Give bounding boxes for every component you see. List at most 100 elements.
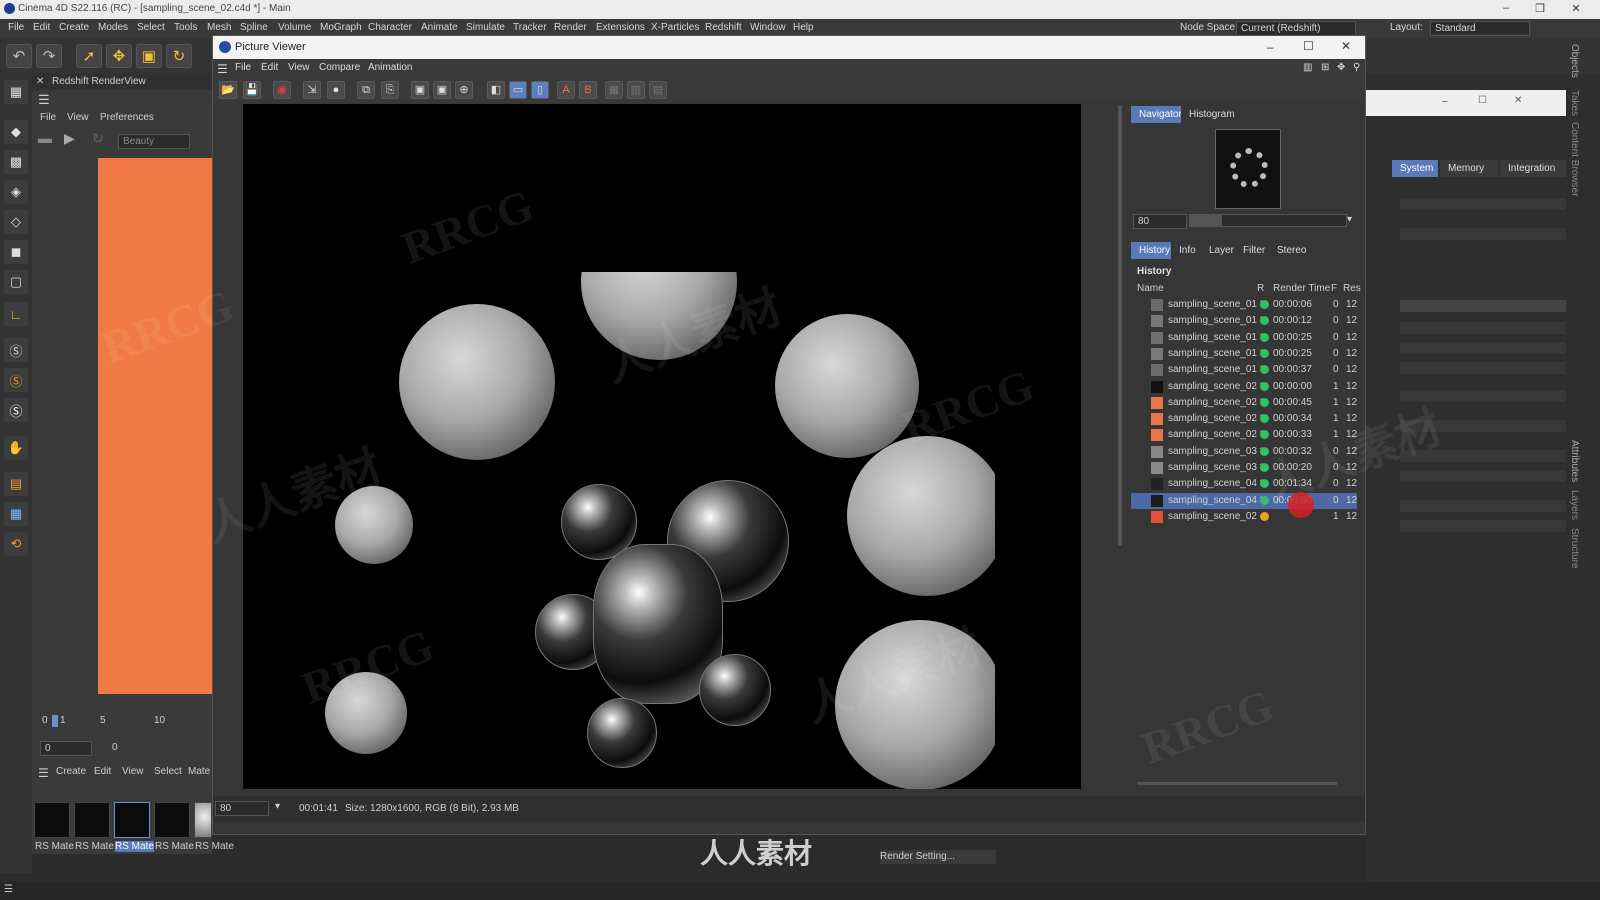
mat-menu-edit[interactable]: Edit — [94, 766, 111, 777]
history-scrollbar[interactable] — [1137, 782, 1337, 785]
property-dropdown[interactable] — [1400, 300, 1566, 312]
stop-render-icon[interactable]: ◉ — [273, 81, 291, 99]
menu-character[interactable]: Character — [368, 22, 412, 33]
history-row[interactable]: sampling_scene_04 *00:00:00012 — [1131, 492, 1357, 509]
column-render-time[interactable]: Render Time — [1273, 283, 1330, 294]
menu-x-particles[interactable]: X-Particles — [651, 22, 699, 33]
ab-icon[interactable]: ◧ — [487, 81, 505, 99]
compare-icon[interactable]: ⊕ — [455, 81, 473, 99]
redo-icon[interactable]: ↷ — [36, 44, 62, 68]
pv-menu-icon[interactable]: ☰ — [217, 62, 228, 76]
set-a-icon[interactable]: A — [557, 81, 575, 99]
history-row[interactable]: sampling_scene_03 * 00:00:32 0 12 — [1131, 444, 1357, 460]
paste-icon[interactable]: ⎘ — [381, 81, 399, 99]
menu-window[interactable]: Window — [750, 22, 786, 33]
rv-menu-view[interactable]: View — [67, 112, 89, 123]
rv-menu-preferences[interactable]: Preferences — [100, 112, 154, 123]
navigator-zoom-field[interactable]: 80 — [1133, 214, 1187, 229]
menu-tools[interactable]: Tools — [174, 22, 197, 33]
points-mode-icon[interactable]: ◈ — [4, 180, 28, 204]
history-row[interactable]: sampling_scene_01 * 00:00:12 0 12 — [1131, 313, 1357, 329]
menu-extensions[interactable]: Extensions — [596, 22, 645, 33]
history-row[interactable]: sampling_scene_01 * 00:00:25 0 12 — [1131, 330, 1357, 346]
pv-menu-edit[interactable]: Edit — [261, 62, 278, 73]
dock-close-icon[interactable]: ✕ — [1514, 95, 1522, 106]
texture-mode-icon[interactable]: ▩ — [4, 150, 28, 174]
split-h-icon[interactable]: ▭ — [509, 81, 527, 99]
menu-help[interactable]: Help — [793, 22, 814, 33]
show-b-icon[interactable]: ▣ — [433, 81, 451, 99]
pv-menu-view[interactable]: View — [288, 62, 310, 73]
render-setting-button[interactable]: Render Setting... — [880, 850, 996, 864]
history-row[interactable]: sampling_scene_02 * 00:00:33 1 12 — [1131, 427, 1357, 443]
pv-add-icon[interactable]: ⊞ — [1321, 62, 1329, 73]
rotate-tool-icon[interactable]: ↻ — [166, 44, 192, 68]
column-name[interactable]: Name — [1137, 283, 1164, 294]
snap-icon[interactable]: Ⓢ — [4, 338, 28, 362]
restore-icon[interactable]: ❐ — [1530, 2, 1550, 17]
layout-select[interactable]: Standard — [1430, 21, 1530, 36]
pv-move-icon[interactable]: ✥ — [1337, 62, 1345, 73]
status-zoom-dropdown-icon[interactable]: ▾ — [275, 801, 280, 812]
history-row[interactable]: sampling_scene_02 * 00:00:00 1 12 — [1131, 379, 1357, 395]
overlay-icon[interactable]: ▤ — [649, 81, 667, 99]
uv-mode-icon[interactable]: ▢ — [4, 270, 28, 294]
copy-icon[interactable]: ⧉ — [357, 81, 375, 99]
column-f[interactable]: F — [1331, 283, 1337, 294]
set-b-icon[interactable]: B — [579, 81, 597, 99]
soft-selection-icon[interactable]: Ⓢ — [4, 368, 28, 392]
status-zoom-field[interactable]: 80 — [215, 801, 269, 816]
mat-menu-view[interactable]: View — [122, 766, 144, 777]
history-row[interactable]: sampling_scene_01 * 00:00:06 0 12 — [1131, 297, 1357, 313]
diff-icon[interactable]: ▦ — [605, 81, 623, 99]
tab-histogram[interactable]: Histogram — [1181, 106, 1243, 123]
canvas-scrollbar[interactable] — [1118, 106, 1122, 546]
show-a-icon[interactable]: ▣ — [411, 81, 429, 99]
column-r[interactable]: R — [1257, 283, 1264, 294]
navigator-dropdown-icon[interactable]: ▾ — [1347, 214, 1352, 225]
swap-icon[interactable]: ▥ — [627, 81, 645, 99]
menu-simulate[interactable]: Simulate — [466, 22, 505, 33]
close-icon[interactable]: ✕ — [1566, 2, 1586, 17]
tab-stereo[interactable]: Stereo — [1269, 242, 1315, 259]
side-tab-content-browser[interactable]: Content Browser — [1569, 122, 1580, 196]
dock-minimize-icon[interactable]: – — [1442, 96, 1448, 107]
material-swatch[interactable] — [114, 802, 150, 838]
rv-menu-file[interactable]: File — [40, 112, 56, 123]
menu-create[interactable]: Create — [59, 22, 89, 33]
frame-field-2[interactable]: 0 — [112, 742, 118, 753]
cube-icon[interactable]: ◆ — [4, 120, 28, 144]
clapper-icon[interactable]: ▬ — [38, 130, 52, 146]
status-menu-icon[interactable]: ☰ — [4, 884, 13, 895]
tab-filter[interactable]: Filter — [1235, 242, 1274, 259]
minimize-icon[interactable]: – — [1496, 2, 1516, 17]
mat-menu-mate[interactable]: Mate — [188, 766, 210, 777]
side-tab-layers[interactable]: Layers — [1569, 490, 1580, 520]
scale-tool-icon[interactable]: ▣ — [136, 44, 162, 68]
side-tab-takes[interactable]: Takes — [1569, 90, 1580, 116]
navigator-zoom-slider[interactable] — [1189, 214, 1347, 227]
menu-mesh[interactable]: Mesh — [207, 22, 231, 33]
axis-icon[interactable]: ∟ — [4, 302, 28, 326]
menu-file[interactable]: File — [8, 22, 24, 33]
timeline-playhead[interactable] — [52, 715, 58, 727]
close-panel-icon[interactable]: ✕ — [36, 76, 44, 87]
mat-menu-select[interactable]: Select — [154, 766, 182, 777]
history-row[interactable]: sampling_scene_02 * 00:00:45 1 12 — [1131, 395, 1357, 411]
material-swatch[interactable] — [34, 802, 70, 838]
symmetry-icon[interactable]: Ⓢ — [4, 398, 28, 422]
side-tab-attributes[interactable]: Attributes — [1569, 440, 1580, 482]
menu-spline[interactable]: Spline — [240, 22, 268, 33]
pv-menu-animation[interactable]: Animation — [368, 62, 412, 73]
pv-pin-icon[interactable]: ⚲ — [1353, 62, 1360, 73]
refresh-render-icon[interactable]: ↻ — [92, 130, 104, 147]
pv-minimize-icon[interactable]: – — [1267, 40, 1274, 54]
move-tool-icon[interactable]: ✥ — [106, 44, 132, 68]
menu-animate[interactable]: Animate — [421, 22, 458, 33]
pv-maximize-icon[interactable]: ☐ — [1303, 39, 1314, 53]
dock-restore-icon[interactable]: ☐ — [1478, 95, 1487, 106]
history-row[interactable]: sampling_scene_02 * 00:00:34 1 12 — [1131, 411, 1357, 427]
history-row[interactable]: sampling_scene_01 * 00:00:37 0 12 — [1131, 362, 1357, 378]
polygons-mode-icon[interactable]: ◼ — [4, 240, 28, 264]
pv-menu-compare[interactable]: Compare — [319, 62, 360, 73]
